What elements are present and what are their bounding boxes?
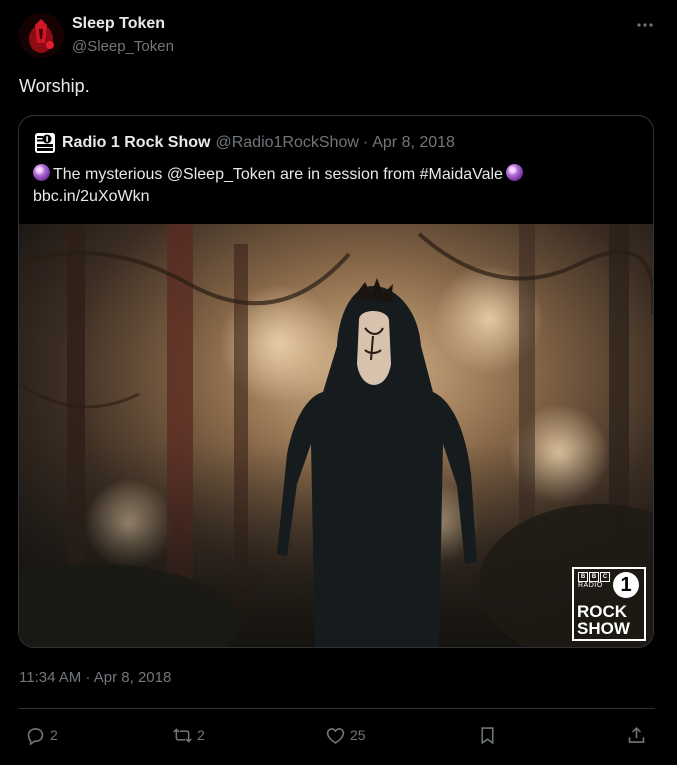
hashtag-link[interactable]: #MaidaVale <box>420 166 503 183</box>
heart-icon <box>326 727 345 744</box>
crystal-ball-icon <box>505 164 523 181</box>
bookmark-button[interactable] <box>477 722 498 748</box>
quoted-photo[interactable]: B B C RADIO 1 ROCK SHOW <box>19 224 653 647</box>
retweet-count: 2 <box>197 727 205 743</box>
crystal-ball-icon <box>33 164 50 181</box>
retweet-button[interactable]: 2 <box>172 722 205 748</box>
logo-show-text: SHOW <box>577 619 630 638</box>
tweet-text: Worship. <box>19 76 90 96</box>
quoted-date[interactable]: Apr 8, 2018 <box>372 134 455 152</box>
more-options-icon[interactable] <box>632 14 658 36</box>
logo-radio-text: RADIO <box>578 582 603 589</box>
reply-count: 2 <box>50 727 58 743</box>
bbc-letter: C <box>600 572 610 582</box>
share-button[interactable] <box>626 722 647 748</box>
share-icon <box>628 726 645 743</box>
bbc-logo: B B C <box>578 572 610 582</box>
retweet-icon <box>173 727 192 743</box>
bbc-letter: B <box>578 572 588 582</box>
like-button[interactable]: 25 <box>325 722 366 748</box>
author-avatar[interactable] <box>19 13 64 58</box>
action-bar: 2 2 25 <box>0 722 677 748</box>
quoted-tweet[interactable]: Radio 1 Rock Show @Radio1RockShow · Apr … <box>18 115 654 648</box>
bookmark-icon <box>481 726 494 744</box>
forest-photo-illustration <box>19 224 653 647</box>
author-name[interactable]: Sleep Token <box>72 15 165 33</box>
quoted-avatar[interactable] <box>35 133 55 153</box>
bbc-letter: B <box>589 572 599 582</box>
logo-rock-text: ROCK <box>577 602 628 621</box>
reply-button[interactable]: 2 <box>25 722 58 748</box>
tweet-timestamp[interactable]: 11:34 AM · Apr 8, 2018 <box>19 669 171 686</box>
mention-link[interactable]: @Sleep_Token <box>167 166 276 183</box>
quoted-author-name[interactable]: Radio 1 Rock Show <box>62 134 210 152</box>
divider <box>19 708 655 709</box>
quoted-author-handle[interactable]: @Radio1RockShow <box>215 134 358 152</box>
logo-number: 1 <box>613 572 639 598</box>
reply-icon <box>27 727 44 745</box>
author-handle[interactable]: @Sleep_Token <box>72 38 174 55</box>
url-link[interactable]: bbc.in/2uXoWkn <box>33 188 150 205</box>
quoted-header: Radio 1 Rock Show @Radio1RockShow · Apr … <box>35 133 455 153</box>
quoted-text-part: are in session from <box>275 166 420 183</box>
like-count: 25 <box>350 727 366 743</box>
quoted-separator: · <box>362 134 369 151</box>
quoted-text-part: The mysterious <box>53 166 167 183</box>
quoted-text: The mysterious @Sleep_Token are in sessi… <box>33 164 633 208</box>
radio1-rock-show-logo: B B C RADIO 1 ROCK SHOW <box>572 567 646 641</box>
